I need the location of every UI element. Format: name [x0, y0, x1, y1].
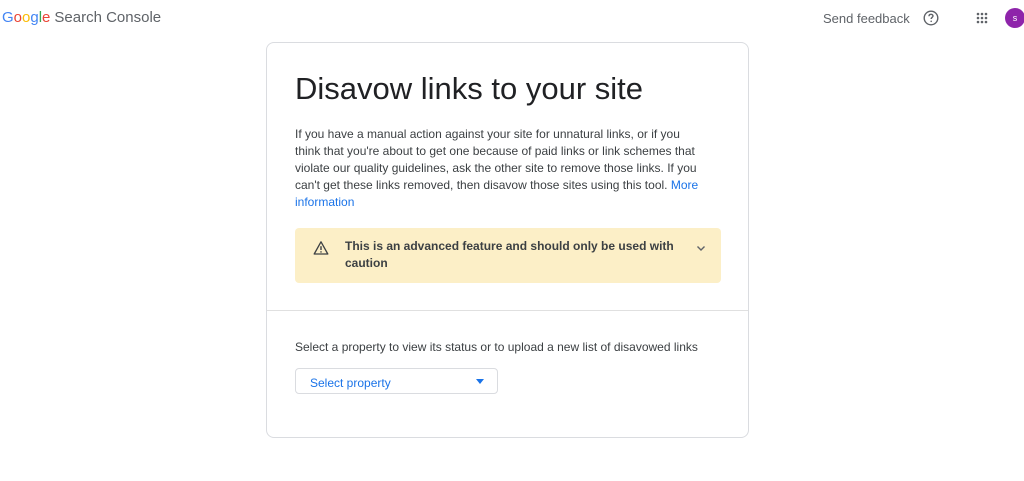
logo-letter: o: [13, 9, 23, 26]
dropdown-arrow-icon: [476, 379, 484, 384]
help-circle-icon[interactable]: [923, 10, 939, 26]
send-feedback-button[interactable]: Send feedback: [823, 11, 910, 26]
advanced-feature-warning[interactable]: This is an advanced feature and should o…: [295, 228, 721, 283]
logo-letter: e: [42, 9, 51, 26]
select-property-label: Select a property to view its status or …: [295, 340, 698, 354]
section-divider: [267, 310, 748, 311]
logo-letter: G: [2, 9, 14, 26]
select-property-dropdown[interactable]: Select property: [295, 368, 498, 394]
apps-grid-icon[interactable]: [976, 12, 988, 24]
logo-letter: g: [30, 9, 39, 26]
warning-text: This is an advanced feature and should o…: [345, 239, 674, 270]
page-title: Disavow links to your site: [295, 71, 644, 106]
warning-triangle-icon: [313, 241, 329, 255]
top-bar: Google Search Console Send feedback s: [0, 0, 1024, 38]
account-avatar[interactable]: s: [1005, 8, 1024, 28]
intro-text: If you have a manual action against your…: [295, 127, 697, 192]
product-name: Search Console: [54, 9, 162, 26]
intro-paragraph: If you have a manual action against your…: [295, 126, 705, 211]
google-search-console-logo[interactable]: Google Search Console: [2, 9, 161, 26]
disavow-card: Disavow links to your site If you have a…: [266, 42, 749, 438]
chevron-down-icon[interactable]: [695, 242, 707, 254]
select-property-value: Select property: [310, 376, 391, 390]
